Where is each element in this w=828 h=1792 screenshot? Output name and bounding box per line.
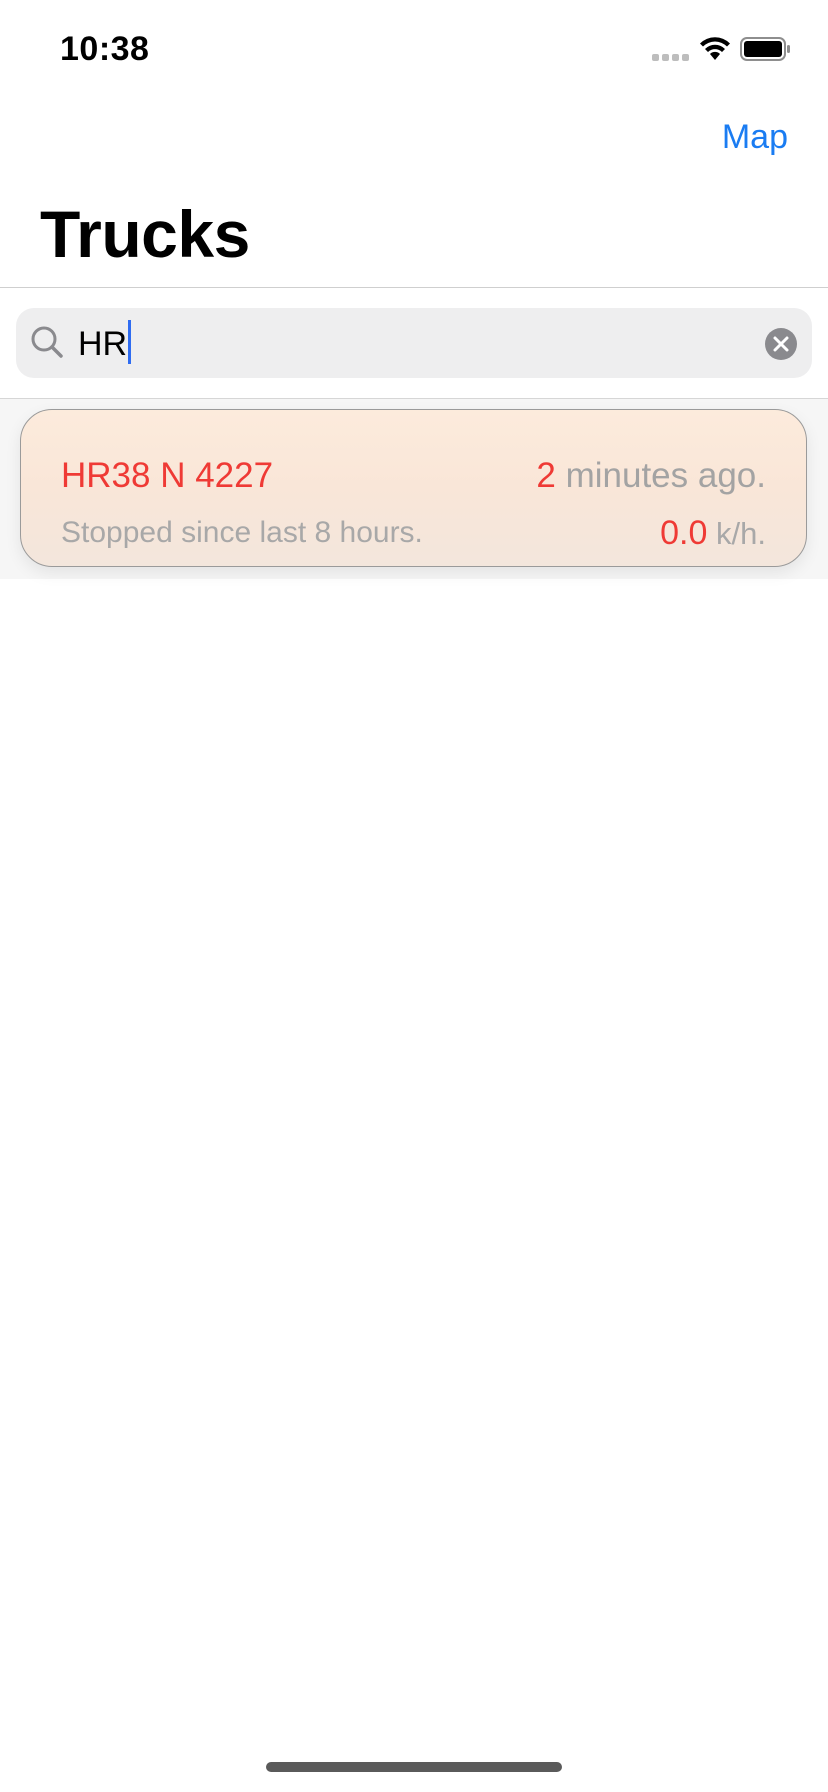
- truck-last-update-value: 2: [536, 456, 556, 495]
- status-time: 10:38: [60, 30, 150, 68]
- search-input-value: HR: [78, 324, 128, 363]
- wifi-icon: [698, 36, 732, 67]
- truck-status: Stopped since last 8 hours.: [61, 516, 423, 549]
- truck-last-update-suffix: minutes ago.: [555, 456, 766, 495]
- truck-card[interactable]: HR38 N 4227 2 minutes ago. Stopped since…: [20, 409, 807, 567]
- battery-icon: [740, 36, 792, 67]
- page-title: Trucks: [40, 197, 250, 271]
- header-divider: [0, 287, 828, 288]
- status-bar: 10:38: [0, 0, 828, 100]
- map-button[interactable]: Map: [722, 118, 788, 157]
- home-indicator: [266, 1762, 562, 1772]
- truck-speed-value: 0.0: [660, 514, 708, 552]
- search-bar[interactable]: HR: [16, 308, 812, 378]
- cellular-signal-icon: [652, 54, 689, 61]
- truck-speed-unit: k/h.: [707, 516, 766, 551]
- search-icon: [30, 325, 66, 366]
- search-input[interactable]: HR: [78, 320, 132, 364]
- truck-speed: 0.0 k/h.: [660, 514, 766, 553]
- clear-icon[interactable]: [764, 327, 798, 366]
- truck-last-update: 2 minutes ago.: [536, 456, 766, 496]
- truck-id: HR38 N 4227: [61, 456, 274, 495]
- text-caret: [128, 320, 132, 364]
